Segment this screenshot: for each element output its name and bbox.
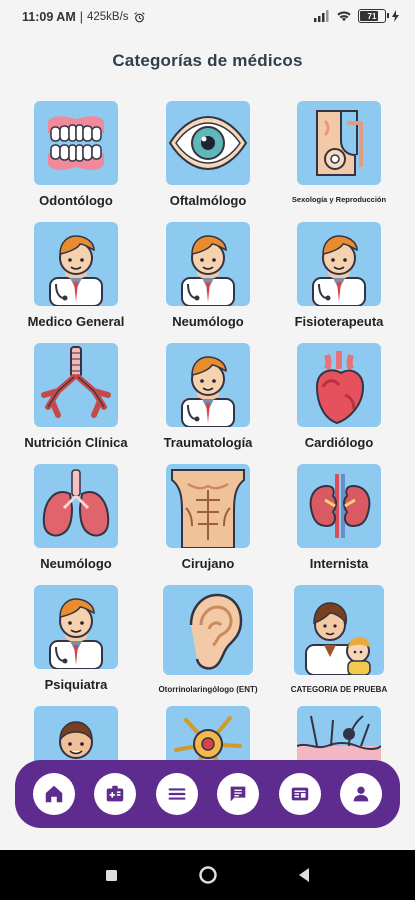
nav-chat-button[interactable]	[217, 773, 260, 815]
medical-card-icon	[107, 785, 124, 802]
category-card[interactable]: Neumólogo	[11, 464, 141, 571]
doctor-icon	[297, 222, 381, 306]
ear-icon	[163, 585, 253, 675]
category-label: Medico General	[27, 314, 125, 329]
category-label: Internista	[309, 556, 369, 571]
doctor-icon	[166, 343, 250, 427]
categories-grid[interactable]: Odontólogo Oftalmólogo Sexología y Repro…	[0, 101, 415, 761]
category-card[interactable]: Cardiólogo	[274, 343, 404, 450]
category-label: CATEGORIA DE PRUEBA	[290, 685, 388, 694]
category-label: Sexología y Reproducción	[291, 195, 387, 204]
category-label: Traumatología	[163, 435, 253, 450]
category-label: Cirujano	[181, 556, 235, 571]
category-card[interactable]	[11, 706, 141, 761]
eye-icon	[166, 101, 250, 185]
category-label: Psiquiatra	[44, 677, 108, 692]
home-icon	[45, 785, 62, 803]
system-nav-bar	[0, 850, 415, 900]
battery-icon: 71	[358, 9, 389, 23]
status-left: 11:09 AM | 425kB/s	[22, 10, 146, 24]
reproductive-icon	[297, 101, 381, 185]
category-label: Nutrición Clínica	[24, 435, 128, 450]
category-card[interactable]: Internista	[274, 464, 404, 571]
heart-icon	[297, 343, 381, 427]
back-triangle-icon	[298, 868, 309, 882]
nav-news-button[interactable]	[278, 773, 321, 815]
profile-icon	[353, 786, 369, 802]
category-card[interactable]: Oftalmólogo	[143, 101, 273, 208]
circle-icon	[198, 866, 217, 884]
category-label: Cardiólogo	[304, 435, 374, 450]
kidneys-icon	[297, 464, 381, 548]
category-card[interactable]	[274, 706, 404, 761]
wifi-icon	[337, 11, 351, 22]
page-title: Categorías de médicos	[112, 51, 303, 70]
category-label: Otorrinolaringólogo (ENT)	[158, 685, 258, 694]
nav-medical-card-button[interactable]	[94, 773, 137, 815]
category-label: Neumólogo	[172, 314, 244, 329]
charging-icon	[392, 10, 399, 22]
doctor-icon	[34, 222, 118, 306]
news-icon	[291, 787, 308, 801]
category-label: Odontólogo	[39, 193, 113, 208]
category-card[interactable]: Fisioterapeuta	[274, 222, 404, 329]
chat-icon	[230, 786, 246, 802]
pediatrician-icon	[294, 585, 384, 675]
doctor-icon	[34, 706, 118, 761]
category-card[interactable]: Medico General	[11, 222, 141, 329]
recents-button[interactable]	[102, 865, 122, 885]
category-card[interactable]: Otorrinolaringólogo (ENT)	[143, 585, 273, 694]
doctor-icon	[34, 585, 118, 669]
category-card[interactable]: Cirujano	[143, 464, 273, 571]
status-time: 11:09 AM	[22, 10, 76, 24]
category-card[interactable]: Odontólogo	[11, 101, 141, 208]
status-right: 71	[314, 9, 399, 23]
menu-icon	[168, 788, 186, 800]
nav-home-button[interactable]	[32, 773, 75, 815]
category-label: Neumólogo	[40, 556, 112, 571]
category-card[interactable]: Psiquiatra	[11, 585, 141, 692]
bronchi-icon	[34, 343, 118, 427]
category-label: Fisioterapeuta	[294, 314, 384, 329]
status-bar: 11:09 AM | 425kB/s 71	[0, 0, 415, 36]
lungs-icon	[34, 464, 118, 548]
nav-profile-button[interactable]	[340, 773, 383, 815]
category-card[interactable]: Traumatología	[143, 343, 273, 450]
alarm-icon	[133, 11, 145, 22]
back-button[interactable]	[294, 865, 314, 885]
teeth-icon	[34, 101, 118, 185]
neuron-icon	[166, 706, 250, 761]
home-system-button[interactable]	[198, 865, 218, 885]
category-card[interactable]: Neumólogo	[143, 222, 273, 329]
doctor-icon	[166, 222, 250, 306]
nav-menu-button[interactable]	[155, 773, 198, 815]
bottom-navigation	[15, 760, 400, 828]
category-label: Oftalmólogo	[169, 193, 247, 208]
category-card[interactable]: Nutrición Clínica	[11, 343, 141, 450]
category-card[interactable]: CATEGORIA DE PRUEBA	[274, 585, 404, 694]
torso-icon	[166, 464, 250, 548]
category-card[interactable]: Sexología y Reproducción	[274, 101, 404, 204]
square-icon	[106, 869, 117, 881]
network-rate: 425kB/s	[86, 11, 129, 23]
category-card[interactable]	[143, 706, 273, 761]
skin-icon	[297, 706, 381, 761]
signal-icon	[314, 10, 329, 22]
